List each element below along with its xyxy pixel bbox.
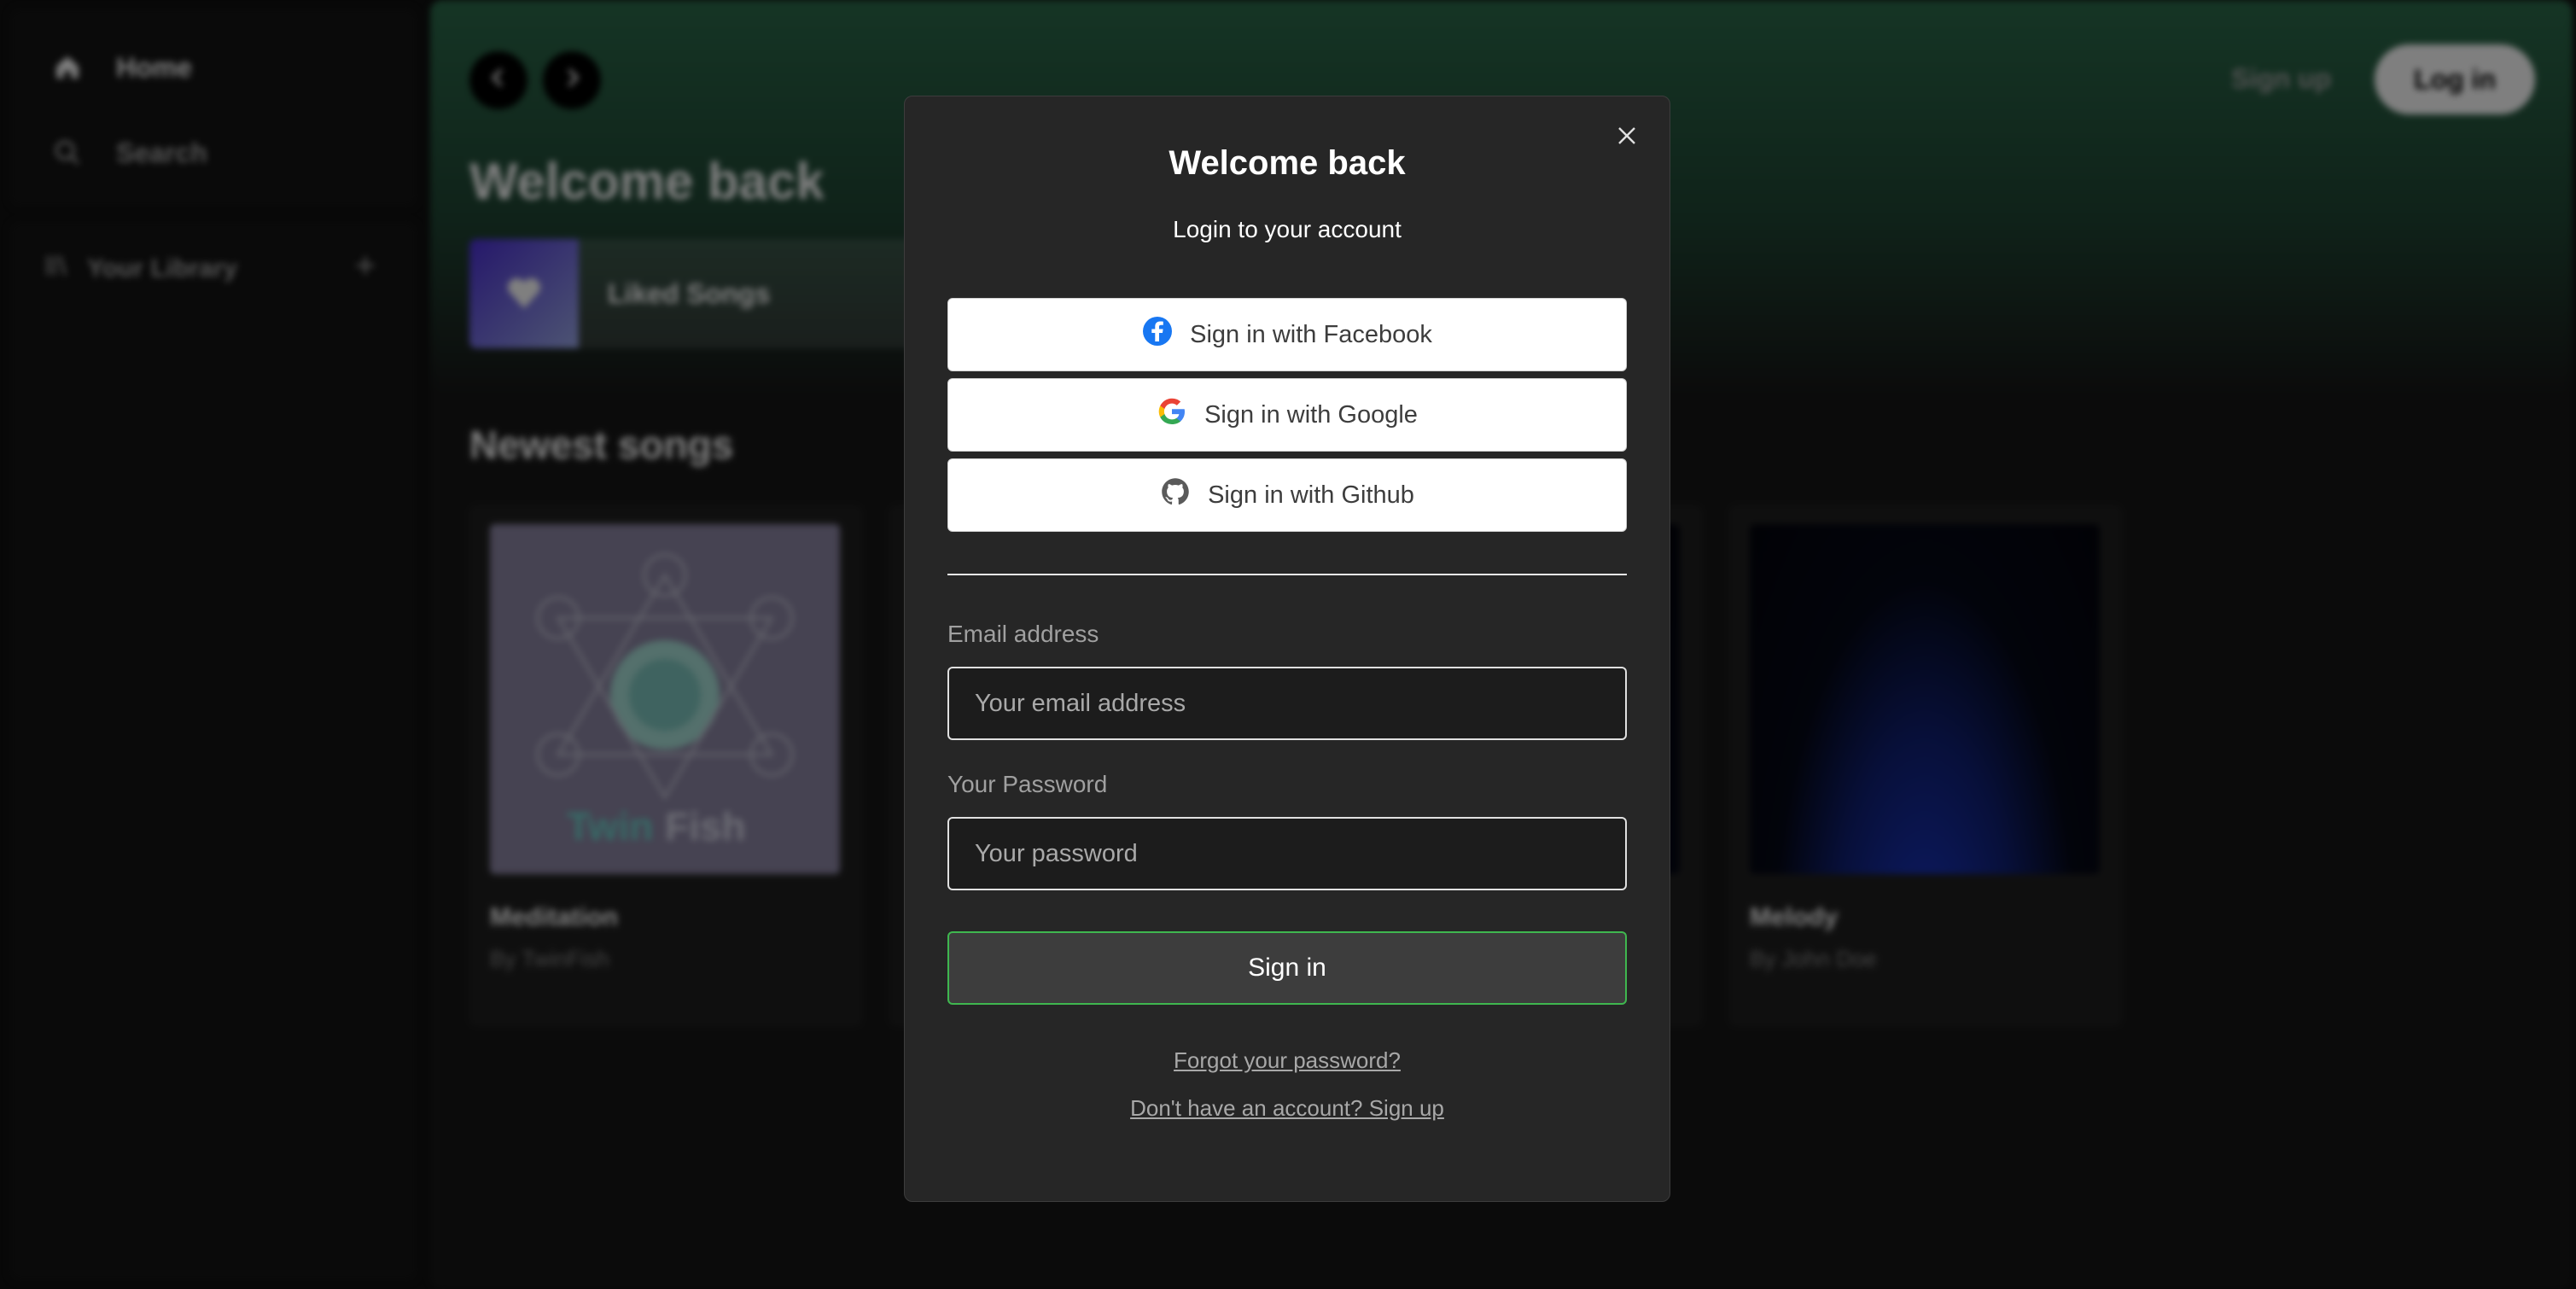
facebook-icon (1142, 316, 1173, 353)
login-modal: Welcome back Login to your account Sign … (904, 96, 1670, 1202)
divider (947, 574, 1627, 575)
signup-link[interactable]: Don't have an account? Sign up (905, 1095, 1670, 1122)
google-signin-button[interactable]: Sign in with Google (947, 378, 1627, 452)
sign-in-button[interactable]: Sign in (947, 931, 1627, 1005)
email-label: Email address (947, 621, 1099, 647)
facebook-signin-button[interactable]: Sign in with Facebook (947, 298, 1627, 371)
forgot-password-link[interactable]: Forgot your password? (905, 1047, 1670, 1074)
google-signin-label: Sign in with Google (1204, 400, 1418, 429)
github-signin-label: Sign in with Github (1208, 481, 1414, 509)
password-field[interactable] (947, 817, 1627, 890)
github-icon (1160, 476, 1191, 514)
modal-title: Welcome back (1169, 144, 1406, 182)
google-icon (1157, 396, 1187, 434)
github-signin-button[interactable]: Sign in with Github (947, 458, 1627, 532)
password-label: Your Password (947, 771, 1108, 797)
facebook-signin-label: Sign in with Facebook (1190, 320, 1432, 348)
modal-subtitle: Login to your account (1173, 216, 1402, 242)
email-field[interactable] (947, 667, 1627, 740)
